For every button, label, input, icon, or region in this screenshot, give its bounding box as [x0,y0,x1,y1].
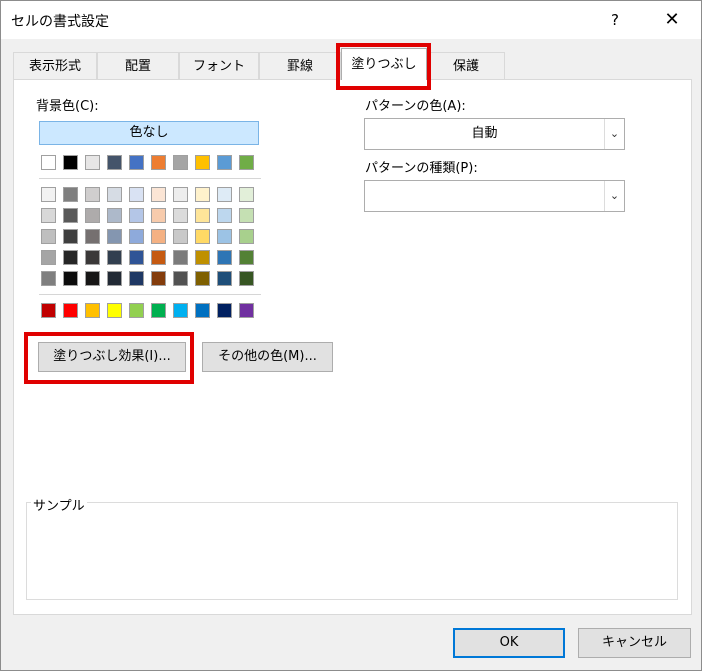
close-icon[interactable]: ✕ [655,7,689,33]
color-swatch[interactable] [129,155,144,170]
color-swatch[interactable] [195,229,210,244]
color-swatch[interactable] [173,187,188,202]
help-button[interactable]: ? [603,7,627,33]
format-cells-dialog: セルの書式設定 ? ✕ 表示形式 配置 フォント 罫線 塗りつぶし 保護 背景色… [0,0,702,671]
tab-border[interactable]: 罫線 [259,52,341,79]
color-swatch[interactable] [173,303,188,318]
color-swatch[interactable] [217,208,232,223]
color-swatch[interactable] [41,229,56,244]
color-swatch[interactable] [151,271,166,286]
color-swatch[interactable] [63,250,78,265]
color-swatch[interactable] [195,303,210,318]
tab-fill[interactable]: 塗りつぶし [341,48,427,80]
color-swatch[interactable] [63,229,78,244]
tab-alignment[interactable]: 配置 [97,52,179,79]
cancel-button[interactable]: キャンセル [578,628,691,658]
pattern-style-dropdown[interactable]: ⌄ [364,180,625,212]
color-swatch[interactable] [129,187,144,202]
color-swatch[interactable] [217,187,232,202]
color-swatch[interactable] [63,187,78,202]
color-swatch[interactable] [217,155,232,170]
color-swatch[interactable] [239,208,254,223]
color-swatch[interactable] [239,303,254,318]
color-swatch[interactable] [195,208,210,223]
color-swatch[interactable] [63,155,78,170]
chevron-down-icon[interactable]: ⌄ [604,119,624,149]
color-swatch[interactable] [173,208,188,223]
color-swatch[interactable] [85,208,100,223]
color-swatch[interactable] [85,155,100,170]
color-swatch[interactable] [107,271,122,286]
fill-effects-button[interactable]: 塗りつぶし効果(I)... [38,342,186,372]
background-color-label: 背景色(C): [36,99,99,114]
color-swatch[interactable] [173,271,188,286]
color-swatch[interactable] [129,303,144,318]
sample-label: サンプル [31,495,87,514]
color-swatch[interactable] [41,208,56,223]
color-swatch[interactable] [107,303,122,318]
pattern-color-label: パターンの色(A): [365,99,466,114]
tab-font[interactable]: フォント [179,52,259,79]
color-swatch[interactable] [195,271,210,286]
color-swatch[interactable] [107,155,122,170]
color-swatch[interactable] [151,155,166,170]
color-swatch[interactable] [217,303,232,318]
color-swatch[interactable] [85,250,100,265]
ok-button[interactable]: OK [453,628,565,658]
pattern-color-dropdown[interactable]: 自動 ⌄ [364,118,625,150]
color-swatch[interactable] [63,303,78,318]
color-swatch[interactable] [41,155,56,170]
color-swatch[interactable] [239,187,254,202]
color-swatch[interactable] [129,250,144,265]
pattern-color-value: 自動 [471,126,498,141]
color-swatch[interactable] [151,303,166,318]
color-swatch[interactable] [85,271,100,286]
color-swatch[interactable] [41,271,56,286]
color-swatch[interactable] [151,229,166,244]
more-colors-button[interactable]: その他の色(M)... [202,342,333,372]
color-swatch[interactable] [173,250,188,265]
no-color-button[interactable]: 色なし [39,121,259,145]
color-swatch[interactable] [63,208,78,223]
color-swatch[interactable] [107,250,122,265]
chevron-down-icon[interactable]: ⌄ [604,181,624,211]
color-swatch[interactable] [195,155,210,170]
color-swatch[interactable] [217,250,232,265]
color-swatch[interactable] [85,229,100,244]
color-swatch[interactable] [173,155,188,170]
pattern-style-label: パターンの種類(P): [365,161,478,176]
color-swatch[interactable] [151,250,166,265]
tab-protection[interactable]: 保護 [427,52,505,79]
color-swatch[interactable] [41,250,56,265]
color-swatch[interactable] [217,271,232,286]
color-swatch[interactable] [239,271,254,286]
title-bar: セルの書式設定 ? ✕ [1,1,701,39]
color-swatch[interactable] [129,208,144,223]
palette-separator [39,294,261,295]
color-swatch[interactable] [151,187,166,202]
color-swatch[interactable] [129,271,144,286]
color-swatch[interactable] [107,229,122,244]
palette-separator [39,178,261,179]
color-swatch[interactable] [173,229,188,244]
color-swatch[interactable] [151,208,166,223]
tab-number-format[interactable]: 表示形式 [13,52,97,79]
color-swatch[interactable] [217,229,232,244]
color-swatch[interactable] [239,155,254,170]
dialog-title: セルの書式設定 [11,14,109,30]
color-swatch[interactable] [63,271,78,286]
color-swatch[interactable] [129,229,144,244]
color-swatch[interactable] [41,187,56,202]
color-swatch[interactable] [239,229,254,244]
color-swatch[interactable] [85,303,100,318]
color-swatch[interactable] [85,187,100,202]
color-swatch[interactable] [107,187,122,202]
color-swatch[interactable] [195,250,210,265]
pattern-style-value [365,181,604,211]
color-swatch[interactable] [239,250,254,265]
sample-preview [26,502,678,600]
color-swatch[interactable] [107,208,122,223]
color-swatch[interactable] [41,303,56,318]
color-swatch[interactable] [195,187,210,202]
